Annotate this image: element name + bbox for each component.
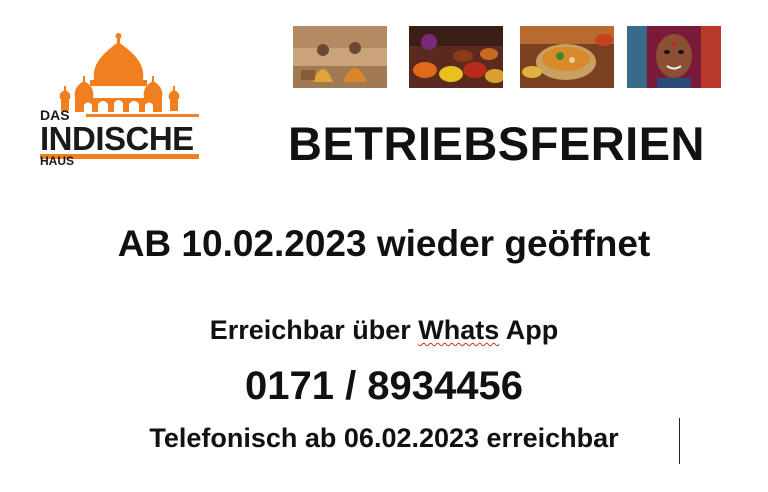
spices-market-photo (409, 26, 503, 88)
phone-number: 0171 / 8934456 (244, 364, 524, 408)
restaurant-logo: DAS INDISCHE HAUS (18, 28, 236, 173)
closure-headline: BETRIEBSFERIEN (288, 117, 705, 170)
text-cursor (679, 418, 680, 464)
reach-suffix: App (499, 315, 559, 345)
whatsapp-contact-line: Erreichbar über Whats App (0, 315, 768, 346)
sadhus-photo (293, 26, 387, 88)
logo-indische-text: INDISCHE (40, 120, 194, 157)
phone-availability-note: Telefonisch ab 06.02.2023 erreichbar (149, 423, 619, 453)
curry-dish-photo (520, 26, 614, 88)
reach-prefix: Erreichbar über (209, 315, 419, 345)
logo-haus-text: HAUS (40, 154, 75, 168)
reopening-date: AB 10.02.2023 wieder geöffnet (117, 223, 651, 264)
woman-portrait-photo (627, 26, 721, 88)
whatsapp-word: Whats (418, 315, 500, 345)
